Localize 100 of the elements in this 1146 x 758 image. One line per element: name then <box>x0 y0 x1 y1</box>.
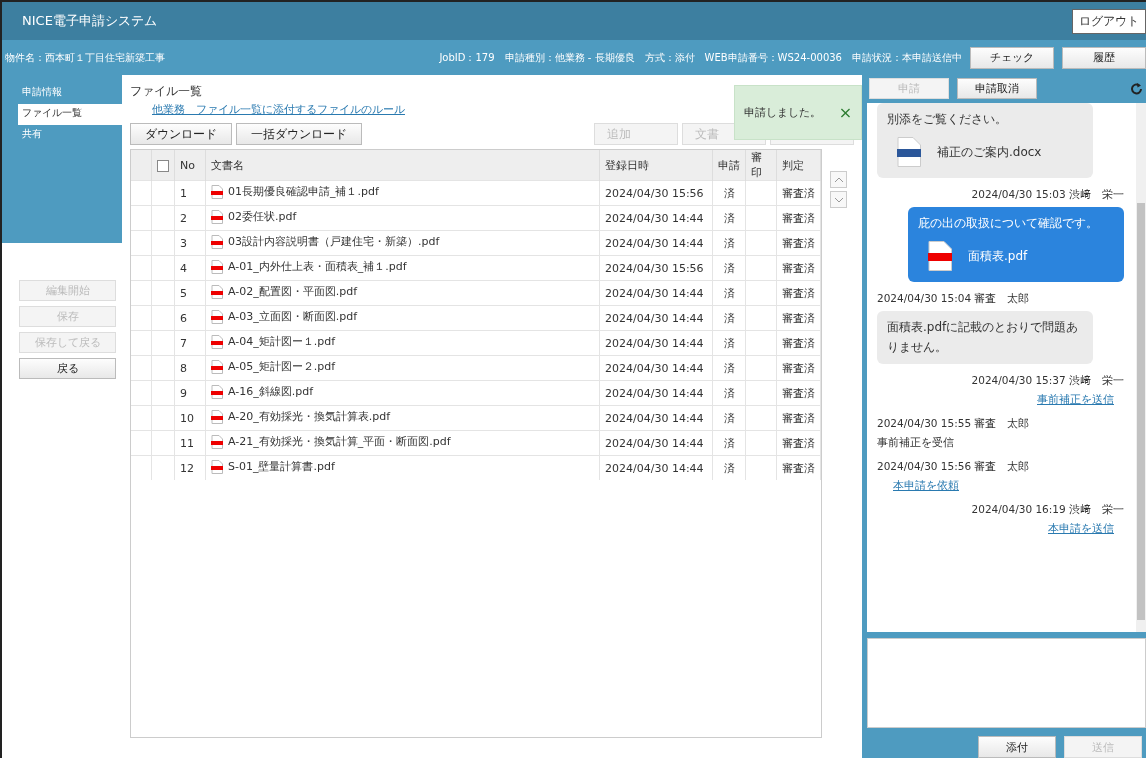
action-button[interactable]: 戻る <box>19 358 116 379</box>
message-link[interactable]: 本申請を依頼 <box>893 478 959 493</box>
file-name-link[interactable]: S-01_壁量計算書.pdf <box>228 459 335 475</box>
file-name-link[interactable]: A-02_配置図・平面図.pdf <box>228 284 358 300</box>
message-meta: 2024/04/30 15:03 渋﨑 栄一 <box>971 188 1124 203</box>
pdf-file-icon <box>211 459 223 474</box>
column-header: 登録日時 <box>605 158 649 172</box>
attachment-name[interactable]: 面積表.pdf <box>968 246 1028 266</box>
pdf-file-icon <box>211 209 223 224</box>
table-cell: 済 <box>723 461 735 475</box>
pdf-file-icon <box>211 309 223 324</box>
pdf-file-icon <box>211 259 223 274</box>
select-all-checkbox[interactable] <box>157 159 169 172</box>
pdf-file-icon <box>211 184 223 199</box>
table-cell: 2024/04/30 14:44 <box>605 461 704 475</box>
table-cell: 審査済 <box>782 411 815 425</box>
file-name-link[interactable]: 03設計内容説明書（戸建住宅・新築）.pdf <box>228 234 440 250</box>
move-down-button[interactable] <box>830 191 847 208</box>
message-link[interactable]: 本申請を送信 <box>1048 521 1114 536</box>
table-cell: 済 <box>723 286 735 300</box>
table-cell: 済 <box>723 211 735 225</box>
table-cell: 8 <box>180 361 187 375</box>
attachment-name[interactable]: 補正のご案内.docx <box>937 142 1042 162</box>
table-cell: 1 <box>180 186 187 200</box>
application-button[interactable]: 申請取消 <box>957 78 1037 100</box>
message-meta: 2024/04/30 15:56 審査 太郎 <box>877 459 1030 474</box>
file-name-link[interactable]: A-04_矩計図ー１.pdf <box>228 334 336 350</box>
table-cell: 2024/04/30 14:44 <box>605 386 704 400</box>
message-input[interactable] <box>867 638 1146 728</box>
table-cell: 審査済 <box>782 461 815 475</box>
rules-link[interactable]: 他業務 ファイル一覧に添付するファイルのルール <box>152 103 405 117</box>
file-name-link[interactable]: A-05_矩計図ー２.pdf <box>228 359 336 375</box>
table-cell: 審査済 <box>782 436 815 450</box>
message-link[interactable]: 事前補正を送信 <box>1037 392 1114 407</box>
table-cell: 審査済 <box>782 386 815 400</box>
table-cell: 済 <box>723 261 735 275</box>
chevron-up-icon <box>833 176 844 183</box>
application-details: JobID：179 申請種別：他業務 - 長期優良 方式：添付 WEB申請番号：WS24-00036 申請状況：本申請送信中 <box>439 50 962 65</box>
table-cell: 審査済 <box>782 211 815 225</box>
table-cell: 済 <box>723 436 735 450</box>
download-button[interactable]: ダウンロード <box>130 123 232 145</box>
pdf-file-icon <box>211 359 223 374</box>
close-button[interactable]: × <box>838 103 853 122</box>
file-name-link[interactable]: A-01_内外仕上表・面積表_補１.pdf <box>228 259 407 275</box>
pdf-file-icon <box>211 409 223 424</box>
table-cell: 2024/04/30 14:44 <box>605 236 704 250</box>
table-cell: 9 <box>180 386 187 400</box>
app-title: NICE電子申請システム <box>22 12 158 30</box>
table-cell: 2024/04/30 14:44 <box>605 336 704 350</box>
pdf-file-icon <box>211 434 223 449</box>
file-name-link[interactable]: A-03_立面図・断面図.pdf <box>228 309 358 325</box>
table-cell: 2024/04/30 14:44 <box>605 286 704 300</box>
property-name: 物件名：西本町１丁目住宅新築工事 <box>5 50 166 65</box>
file-name-link[interactable]: A-21_有効採光・換気計算_平面・断面図.pdf <box>228 434 451 450</box>
pdf-file-icon <box>211 284 223 299</box>
pdf-file-icon <box>211 384 223 399</box>
chat-button[interactable]: 添付 <box>978 736 1056 758</box>
table-cell: 2024/04/30 15:56 <box>605 261 704 275</box>
header-button[interactable]: チェック <box>970 46 1054 69</box>
table-cell: 審査済 <box>782 236 815 250</box>
table-cell: 審査済 <box>782 336 815 350</box>
table-cell: 2024/04/30 14:44 <box>605 411 704 425</box>
table-cell: 審査済 <box>782 186 815 200</box>
table-cell: 2 <box>180 211 187 225</box>
table-cell: 済 <box>723 336 735 350</box>
table-cell: 済 <box>723 236 735 250</box>
message-meta: 2024/04/30 16:19 渋﨑 栄一 <box>971 502 1124 517</box>
download-button[interactable]: 一括ダウンロード <box>236 123 362 145</box>
pdf-file-icon <box>211 234 223 249</box>
chevron-down-icon <box>833 196 844 203</box>
table-cell: 7 <box>180 336 187 350</box>
column-header: No <box>180 158 195 172</box>
table-cell: 2024/04/30 15:56 <box>605 186 704 200</box>
table-cell: 済 <box>723 311 735 325</box>
table-cell: 済 <box>723 361 735 375</box>
table-cell: 12 <box>180 461 194 475</box>
message-text: 面積表.pdfに記載のとおりで問題ありません。 <box>887 320 1079 354</box>
message-meta: 2024/04/30 15:55 審査 太郎 <box>877 416 1030 431</box>
table-cell: 審査済 <box>782 361 815 375</box>
file-name-link[interactable]: A-16_斜線図.pdf <box>228 384 314 400</box>
table-cell: 審査済 <box>782 311 815 325</box>
header-button[interactable]: 履歴 <box>1062 46 1146 69</box>
column-header: 文書名 <box>211 158 244 172</box>
table-cell: 2024/04/30 14:44 <box>605 211 704 225</box>
logout-button[interactable]: ログアウト <box>1072 8 1146 34</box>
message-text: 事前補正を受信 <box>877 435 954 450</box>
file-name-link[interactable]: 01長期優良確認申請_補１.pdf <box>228 184 379 200</box>
sidebar-item[interactable]: ファイル一覧 <box>18 104 122 125</box>
move-up-button[interactable] <box>830 171 847 188</box>
scrollbar[interactable] <box>1136 102 1146 633</box>
table-cell: 11 <box>180 436 194 450</box>
table-cell: 済 <box>723 386 735 400</box>
file-name-link[interactable]: A-20_有効採光・換気計算表.pdf <box>228 409 391 425</box>
message-meta: 2024/04/30 15:37 渋﨑 栄一 <box>971 373 1124 388</box>
column-header: 審印 <box>751 151 762 179</box>
table-cell: 6 <box>180 311 187 325</box>
message-text: 庇の出の取扱について確認です。 <box>918 216 1098 231</box>
file-name-link[interactable]: 02委任状.pdf <box>228 209 297 225</box>
table-cell: 審査済 <box>782 286 815 300</box>
refresh-icon[interactable] <box>1130 82 1144 96</box>
